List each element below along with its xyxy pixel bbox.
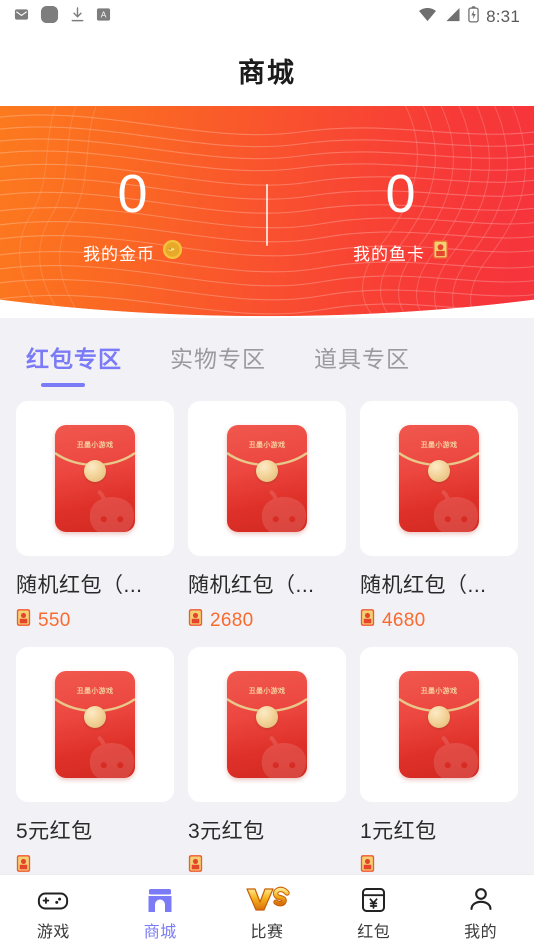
product-thumbnail: 丑墨小游戏 [360, 647, 518, 802]
fishcard-label: 我的鱼卡 [353, 244, 425, 264]
product-item[interactable]: 丑墨小游戏 3元红包 [188, 647, 346, 879]
envelope-watermark-icon [89, 736, 135, 778]
envelope-seal [84, 460, 106, 482]
tab-physical-goods-zone[interactable]: 实物专区 [170, 340, 266, 387]
product-name: 3元红包 [188, 820, 265, 843]
product-item[interactable]: 丑墨小游戏 5元红包 [16, 647, 174, 879]
envelope-brand-text: 丑墨小游戏 [420, 688, 458, 695]
red-envelope-image: 丑墨小游戏 [227, 671, 307, 778]
envelope-seal [256, 460, 278, 482]
nav-label: 商城 [143, 924, 177, 941]
page-title: 商城 [238, 57, 296, 88]
fish-card-icon [16, 608, 31, 633]
red-envelope-image: 丑墨小游戏 [399, 671, 479, 778]
gold-coin-icon [162, 239, 183, 265]
tab-props-zone[interactable]: 道具专区 [314, 340, 410, 387]
product-name: 1元红包 [360, 820, 437, 843]
product-name: 随机红包（... [360, 574, 487, 597]
envelope-seal [84, 706, 106, 728]
category-tabs: 红包专区 实物专区 道具专区 [0, 318, 534, 387]
product-item[interactable]: 丑墨小游戏 随机红包（... 2680 [188, 401, 346, 633]
store-icon [146, 883, 174, 913]
envelope-watermark-icon [433, 490, 479, 532]
envelope-watermark-icon [261, 736, 307, 778]
nav-item-red-packet[interactable]: 红包 [320, 883, 427, 942]
nav-item-profile[interactable]: 我的 [427, 883, 534, 942]
product-thumbnail: 丑墨小游戏 [16, 401, 174, 556]
envelope-brand-text: 丑墨小游戏 [76, 688, 114, 695]
mail-icon [14, 7, 29, 27]
a-badge-icon: A [96, 7, 111, 27]
envelope-brand-text: 丑墨小游戏 [76, 442, 114, 449]
product-name: 随机红包（... [188, 574, 315, 597]
product-name: 5元红包 [16, 820, 93, 843]
envelope-watermark-icon [89, 490, 135, 532]
status-bar-time: 8:31 [486, 7, 520, 26]
envelope-seal [428, 460, 450, 482]
stat-coins[interactable]: 0 我的金币 [0, 159, 266, 265]
product-item[interactable]: 丑墨小游戏 随机红包（... 4680 [360, 401, 518, 633]
battery-icon [468, 6, 479, 28]
status-bar-right-icons: 8:31 [418, 6, 520, 28]
tab-red-packet-zone[interactable]: 红包专区 [26, 340, 122, 387]
coins-value: 0 [117, 164, 149, 224]
fishcard-value: 0 [385, 164, 417, 224]
red-envelope-image: 丑墨小游戏 [55, 671, 135, 778]
nav-label: 比赛 [250, 924, 284, 941]
red-packet-icon [361, 883, 386, 913]
product-thumbnail: 丑墨小游戏 [188, 647, 346, 802]
envelope-brand-text: 丑墨小游戏 [248, 442, 286, 449]
red-envelope-image: 丑墨小游戏 [399, 425, 479, 532]
title-bar: 商城 [0, 34, 534, 106]
product-price-row: 2680 [188, 608, 346, 633]
product-thumbnail: 丑墨小游戏 [360, 401, 518, 556]
balance-stats: 0 我的金币 0 我的鱼卡 [0, 106, 534, 318]
person-icon [468, 883, 494, 913]
nav-label: 红包 [357, 924, 391, 941]
nav-label: 游戏 [36, 924, 70, 941]
vs-icon [244, 883, 290, 913]
balance-banner: 0 我的金币 0 我的鱼卡 [0, 106, 534, 318]
fish-card-icon [360, 608, 375, 633]
product-price-row: 550 [16, 608, 174, 633]
coins-label-row: 我的金币 [0, 239, 266, 265]
nav-item-games[interactable]: 游戏 [0, 883, 107, 942]
fishcard-label-row: 我的鱼卡 [268, 239, 534, 265]
product-price: 4680 [382, 609, 426, 631]
product-price-row: 4680 [360, 608, 518, 633]
product-grid: 丑墨小游戏 随机红包（... 550 丑墨小游戏 随机红包（... 2680 丑… [0, 387, 534, 879]
fish-card-icon [188, 608, 203, 633]
rounded-square-icon [40, 5, 59, 29]
wifi-icon [418, 7, 437, 27]
envelope-brand-text: 丑墨小游戏 [248, 688, 286, 695]
gamepad-icon [37, 883, 69, 913]
product-thumbnail: 丑墨小游戏 [16, 647, 174, 802]
product-price: 2680 [210, 609, 254, 631]
stat-fishcard[interactable]: 0 我的鱼卡 [268, 159, 534, 265]
red-envelope-image: 丑墨小游戏 [55, 425, 135, 532]
coins-label: 我的金币 [83, 244, 155, 264]
product-item[interactable]: 丑墨小游戏 随机红包（... 550 [16, 401, 174, 633]
envelope-brand-text: 丑墨小游戏 [420, 442, 458, 449]
download-icon [70, 6, 85, 28]
envelope-watermark-icon [433, 736, 479, 778]
product-price: 550 [38, 609, 71, 631]
product-item[interactable]: 丑墨小游戏 1元红包 [360, 647, 518, 879]
product-name: 随机红包（... [16, 574, 143, 597]
red-envelope-image: 丑墨小游戏 [227, 425, 307, 532]
nav-label: 我的 [464, 924, 498, 941]
nav-item-match[interactable]: 比赛 [214, 883, 321, 942]
envelope-watermark-icon [261, 490, 307, 532]
envelope-seal [428, 706, 450, 728]
bottom-navigation: 游戏 商城 比赛 红包 我的 [0, 874, 534, 950]
status-bar: A 8:31 [0, 0, 534, 34]
nav-item-store[interactable]: 商城 [107, 883, 214, 942]
fish-card-icon [432, 239, 449, 265]
product-thumbnail: 丑墨小游戏 [188, 401, 346, 556]
envelope-seal [256, 706, 278, 728]
svg-text:A: A [101, 9, 107, 19]
status-bar-left-icons: A [14, 5, 111, 29]
signal-icon [444, 7, 461, 27]
